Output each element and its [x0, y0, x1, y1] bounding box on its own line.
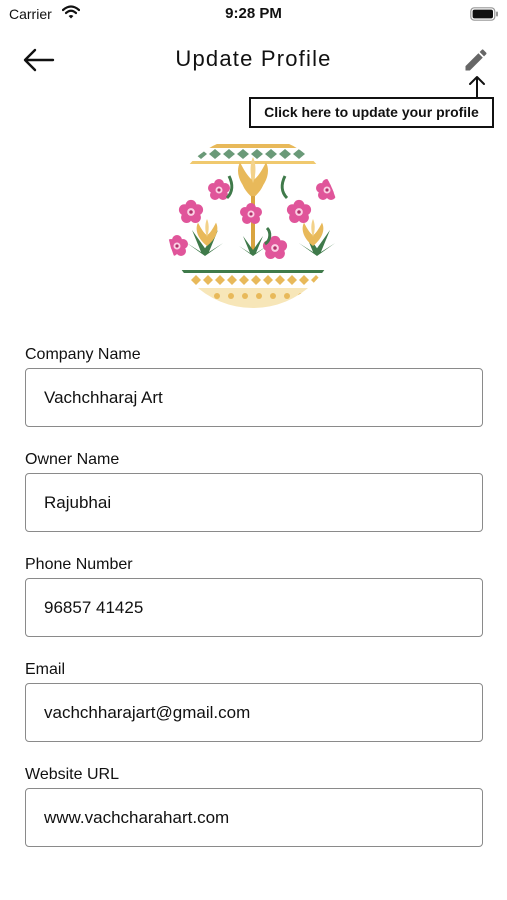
company-name-input[interactable] — [25, 368, 483, 427]
email-group: Email — [25, 659, 483, 742]
owner-name-group: Owner Name — [25, 449, 483, 532]
website-url-input[interactable] — [25, 788, 483, 847]
phone-number-group: Phone Number — [25, 554, 483, 637]
phone-number-input[interactable] — [25, 578, 483, 637]
update-profile-tooltip: Click here to update your profile — [249, 97, 494, 128]
owner-name-label: Owner Name — [25, 451, 120, 468]
floral-pattern-image — [167, 136, 339, 308]
battery-icon — [470, 7, 498, 21]
clock: 9:28 PM — [225, 5, 282, 22]
email-input[interactable] — [25, 683, 483, 742]
profile-avatar[interactable] — [167, 136, 339, 308]
company-name-group: Company Name — [25, 344, 483, 427]
tooltip-text: Click here to update your profile — [264, 104, 479, 120]
pencil-icon — [465, 49, 487, 71]
status-bar: Carrier 9:28 PM — [0, 0, 507, 30]
website-url-group: Website URL — [25, 764, 483, 847]
company-name-label: Company Name — [25, 346, 141, 363]
phone-number-label: Phone Number — [25, 556, 133, 573]
owner-name-input[interactable] — [25, 473, 483, 532]
page-title: Update Profile — [175, 46, 332, 71]
email-label: Email — [25, 661, 66, 678]
website-url-label: Website URL — [25, 766, 119, 783]
edit-profile-button[interactable] — [462, 46, 490, 74]
